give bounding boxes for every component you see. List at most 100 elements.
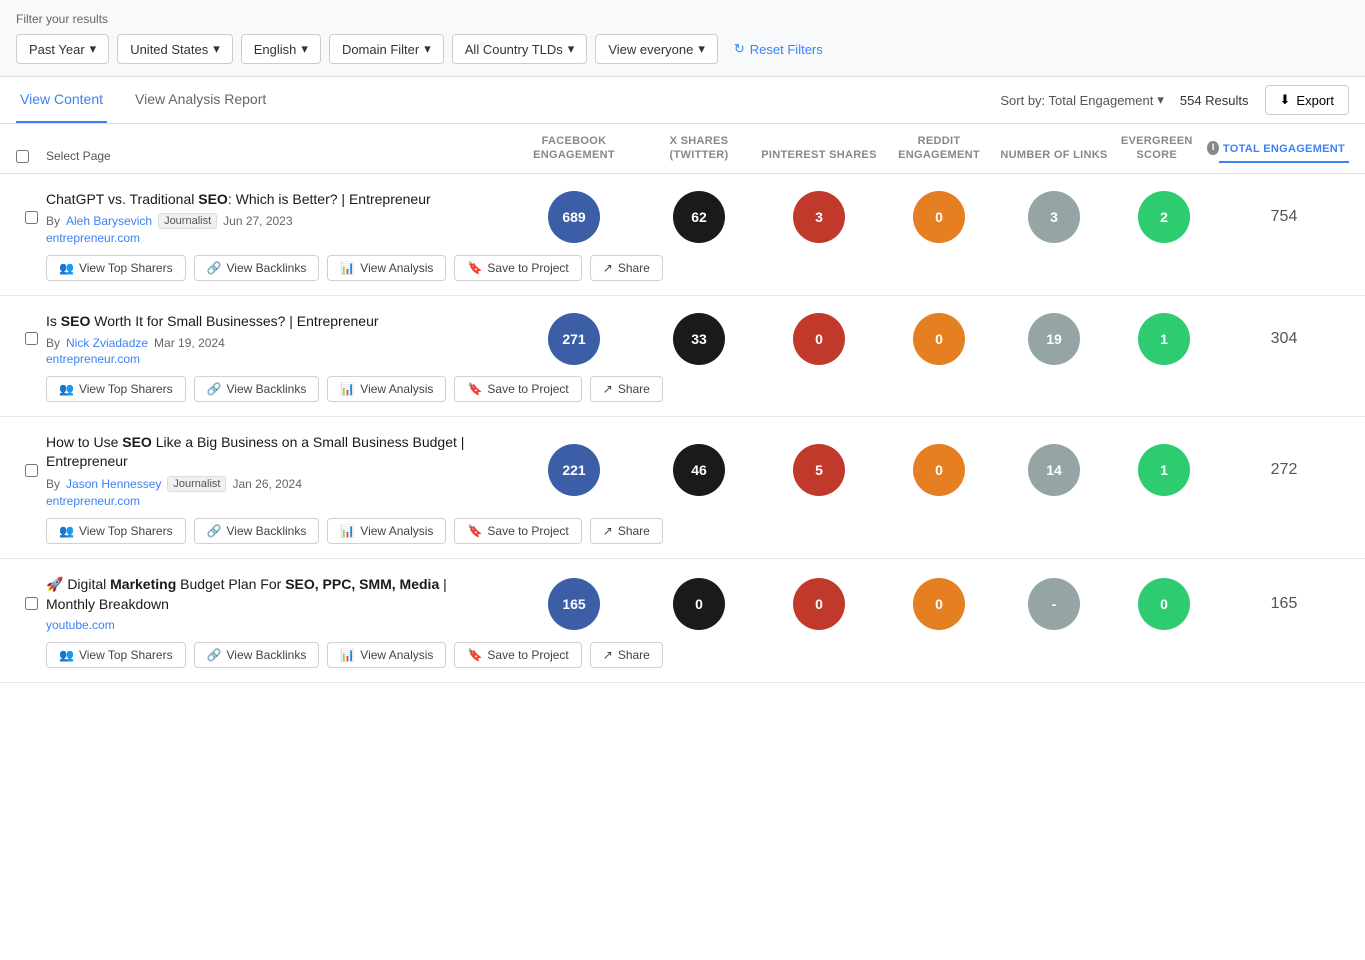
users-icon: 👥 bbox=[59, 648, 74, 662]
row1-journalist-badge: Journalist bbox=[158, 213, 217, 229]
export-label: Export bbox=[1296, 93, 1334, 108]
row3-evergreen-circle: 1 bbox=[1138, 444, 1190, 496]
row4-save-to-project-btn[interactable]: 🔖 Save to Project bbox=[454, 642, 581, 668]
row4-view-backlinks-btn[interactable]: 🔗 View Backlinks bbox=[194, 642, 320, 668]
share-icon: ↗ bbox=[603, 382, 613, 396]
col-pinterest: Pinterest Shares bbox=[759, 148, 879, 162]
sort-by-label: Sort by: Total Engagement bbox=[1000, 93, 1153, 108]
row3-view-analysis-btn[interactable]: 📊 View Analysis bbox=[327, 518, 446, 544]
row4-facebook-circle: 165 bbox=[548, 578, 600, 630]
chevron-down-icon: ▾ bbox=[301, 41, 308, 57]
row2-reddit-circle: 0 bbox=[913, 313, 965, 365]
chart-icon: 📊 bbox=[340, 524, 355, 538]
row2-title: Is SEO Worth It for Small Businesses? | … bbox=[46, 312, 493, 332]
row3-author[interactable]: Jason Hennessey bbox=[66, 477, 161, 491]
row1-view-analysis-btn[interactable]: 📊 View Analysis bbox=[327, 255, 446, 281]
bookmark-icon: 🔖 bbox=[467, 261, 482, 275]
row1-author[interactable]: Aleh Barysevich bbox=[66, 214, 152, 228]
table-row: 🚀 Digital Marketing Budget Plan For SEO,… bbox=[0, 559, 1365, 683]
row1-total: 754 bbox=[1219, 208, 1349, 226]
filter-label: Filter your results bbox=[16, 12, 1349, 26]
row4-actions: 👥 View Top Sharers 🔗 View Backlinks 📊 Vi… bbox=[46, 642, 1365, 668]
tld-filter-btn[interactable]: All Country TLDs ▾ bbox=[452, 34, 588, 64]
row1-reddit: 0 bbox=[879, 191, 999, 243]
share-icon: ↗ bbox=[603, 524, 613, 538]
row2-view-top-sharers-btn[interactable]: 👥 View Top Sharers bbox=[46, 376, 186, 402]
language-filter-btn[interactable]: English ▾ bbox=[241, 34, 321, 64]
share-icon: ↗ bbox=[603, 261, 613, 275]
row4-title: 🚀 Digital Marketing Budget Plan For SEO,… bbox=[46, 575, 493, 614]
row4-total: 165 bbox=[1219, 595, 1349, 613]
reset-icon: ↻ bbox=[734, 41, 745, 57]
col-total: Total Engagement bbox=[1219, 142, 1349, 162]
row3-domain[interactable]: entrepreneur.com bbox=[46, 494, 493, 508]
row4-links-circle: - bbox=[1028, 578, 1080, 630]
view-filter-label: View everyone bbox=[608, 42, 693, 57]
row3-pinterest-circle: 5 bbox=[793, 444, 845, 496]
row3-save-to-project-btn[interactable]: 🔖 Save to Project bbox=[454, 518, 581, 544]
row3-view-top-sharers-btn[interactable]: 👥 View Top Sharers bbox=[46, 518, 186, 544]
row2-author[interactable]: Nick Zviadadze bbox=[66, 336, 148, 350]
select-page-label: Select Page bbox=[46, 149, 509, 163]
tab-view-analysis[interactable]: View Analysis Report bbox=[131, 77, 270, 123]
row2-evergreen-circle: 1 bbox=[1138, 313, 1190, 365]
row3-checkbox[interactable] bbox=[25, 464, 38, 477]
row2-share-btn[interactable]: ↗ Share bbox=[590, 376, 663, 402]
time-filter-btn[interactable]: Past Year ▾ bbox=[16, 34, 109, 64]
row3-view-backlinks-btn[interactable]: 🔗 View Backlinks bbox=[194, 518, 320, 544]
col-links: Number of Links bbox=[999, 148, 1109, 162]
chevron-down-icon: ▾ bbox=[213, 41, 220, 57]
row3-actions: 👥 View Top Sharers 🔗 View Backlinks 📊 Vi… bbox=[46, 518, 1365, 544]
tab-view-content[interactable]: View Content bbox=[16, 77, 107, 123]
row1-meta: By Aleh Barysevich Journalist Jun 27, 20… bbox=[46, 213, 493, 229]
row1-domain[interactable]: entrepreneur.com bbox=[46, 231, 493, 245]
row1-share-btn[interactable]: ↗ Share bbox=[590, 255, 663, 281]
country-filter-btn[interactable]: United States ▾ bbox=[117, 34, 233, 64]
row2-view-analysis-btn[interactable]: 📊 View Analysis bbox=[327, 376, 446, 402]
row3-meta: By Jason Hennessey Journalist Jan 26, 20… bbox=[46, 476, 493, 492]
row4-share-btn[interactable]: ↗ Share bbox=[590, 642, 663, 668]
row3-share-btn[interactable]: ↗ Share bbox=[590, 518, 663, 544]
users-icon: 👥 bbox=[59, 524, 74, 538]
row2-content: Is SEO Worth It for Small Businesses? | … bbox=[46, 312, 509, 366]
chevron-down-icon: ▾ bbox=[698, 41, 705, 57]
results-count: 554 Results bbox=[1180, 93, 1249, 108]
col-xshares: X Shares (Twitter) bbox=[639, 134, 759, 163]
row4-domain[interactable]: youtube.com bbox=[46, 618, 493, 632]
row2-view-backlinks-btn[interactable]: 🔗 View Backlinks bbox=[194, 376, 320, 402]
row3-total: 272 bbox=[1219, 461, 1349, 479]
row1-save-to-project-btn[interactable]: 🔖 Save to Project bbox=[454, 255, 581, 281]
row2-checkbox[interactable] bbox=[25, 332, 38, 345]
domain-filter-btn[interactable]: Domain Filter ▾ bbox=[329, 34, 444, 64]
evergreen-info-icon[interactable]: i bbox=[1207, 141, 1219, 155]
row1-checkbox[interactable] bbox=[25, 211, 38, 224]
row1-checkbox-cell bbox=[16, 211, 46, 224]
row4-xshares-circle: 0 bbox=[673, 578, 725, 630]
tabs-bar: View Content View Analysis Report Sort b… bbox=[0, 77, 1365, 124]
row1-pinterest-circle: 3 bbox=[793, 191, 845, 243]
row1-links-circle: 3 bbox=[1028, 191, 1080, 243]
row3-title: How to Use SEO Like a Big Business on a … bbox=[46, 433, 493, 472]
sort-by-btn[interactable]: Sort by: Total Engagement ▾ bbox=[1000, 92, 1164, 108]
chart-icon: 📊 bbox=[340, 648, 355, 662]
export-button[interactable]: ⬇ Export bbox=[1265, 85, 1349, 115]
row4-evergreen-circle: 0 bbox=[1138, 578, 1190, 630]
row2-pinterest-circle: 0 bbox=[793, 313, 845, 365]
view-filter-btn[interactable]: View everyone ▾ bbox=[595, 34, 718, 64]
select-all-checkbox[interactable] bbox=[16, 150, 29, 163]
row1-view-backlinks-btn[interactable]: 🔗 View Backlinks bbox=[194, 255, 320, 281]
row3-reddit-circle: 0 bbox=[913, 444, 965, 496]
row4-checkbox[interactable] bbox=[25, 597, 38, 610]
row2-save-to-project-btn[interactable]: 🔖 Save to Project bbox=[454, 376, 581, 402]
row2-domain[interactable]: entrepreneur.com bbox=[46, 352, 493, 366]
reset-filters-btn[interactable]: ↻ Reset Filters bbox=[734, 41, 823, 57]
row4-view-analysis-btn[interactable]: 📊 View Analysis bbox=[327, 642, 446, 668]
row4-view-top-sharers-btn[interactable]: 👥 View Top Sharers bbox=[46, 642, 186, 668]
row1-facebook-circle: 689 bbox=[548, 191, 600, 243]
row3-xshares-circle: 46 bbox=[673, 444, 725, 496]
language-filter-label: English bbox=[254, 42, 297, 57]
row1-view-top-sharers-btn[interactable]: 👥 View Top Sharers bbox=[46, 255, 186, 281]
time-filter-label: Past Year bbox=[29, 42, 85, 57]
row1-evergreen: 2 bbox=[1109, 191, 1219, 243]
table-row: Is SEO Worth It for Small Businesses? | … bbox=[0, 296, 1365, 417]
